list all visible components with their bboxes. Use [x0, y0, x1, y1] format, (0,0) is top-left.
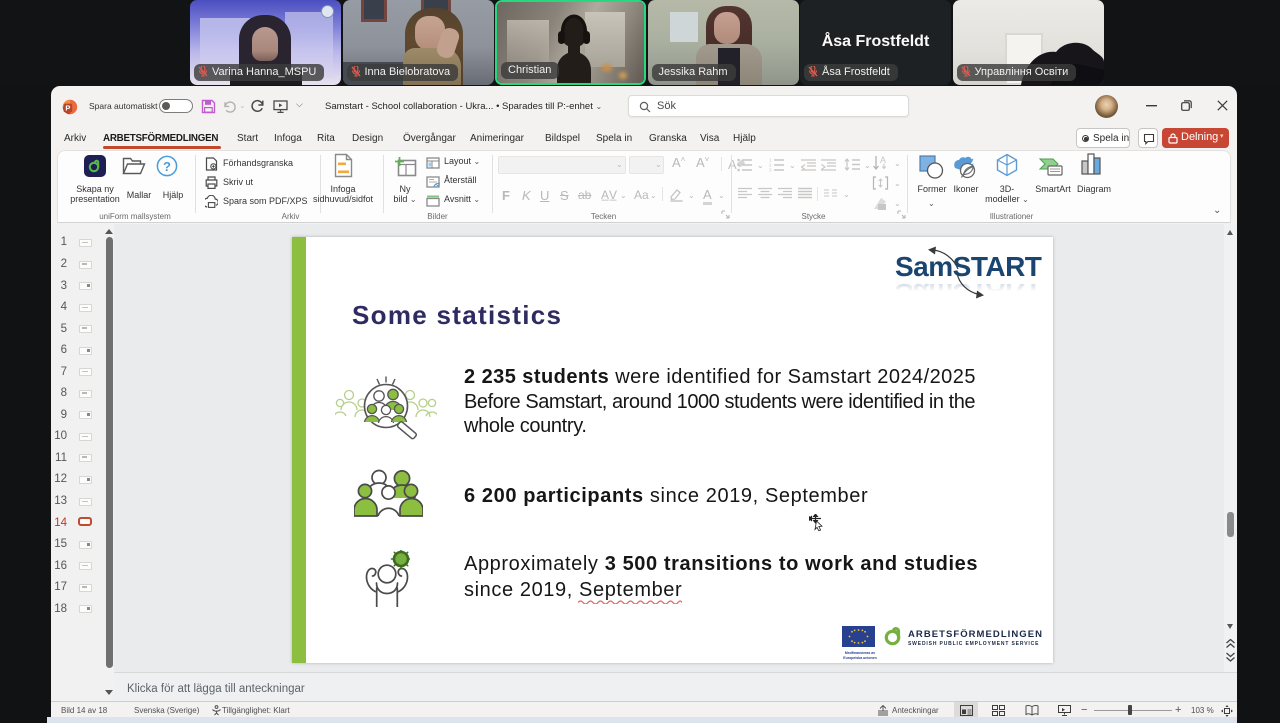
svg-text:A: A	[728, 157, 737, 171]
svg-text:A: A	[880, 155, 886, 165]
svg-text:3: 3	[769, 168, 772, 172]
svg-text:?: ?	[163, 159, 171, 174]
svg-text:P: P	[65, 104, 70, 113]
